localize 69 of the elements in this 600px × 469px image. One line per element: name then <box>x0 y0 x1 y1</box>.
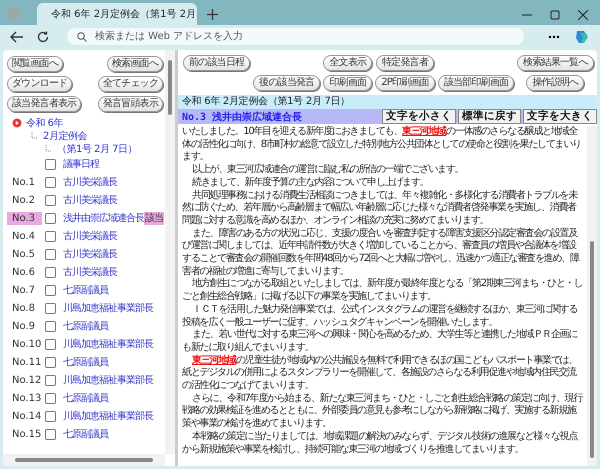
speech-paragraph: 本戦略の策定に当たりましては、地域課題の解決のみならず、デジタル技術の進展など様々な視点から新規施策や事業を検討し、持続可能な東三河の地域づくりを推進してまいります。 <box>182 430 578 456</box>
speech-paragraph: 地方創生につながる取組といたしましては、新年度が最終年度となる「第2期東三河まち・ひと・しごと創生総合戦略」に掲げる以下の事業を実施してまいります。 <box>182 278 583 304</box>
speaker-link[interactable]: 古川美栄議長 <box>63 247 117 261</box>
toolbar-button[interactable]: 操作説明へ <box>526 75 584 91</box>
match-tag: 該当 <box>144 212 164 224</box>
speaker-link[interactable]: 七原副議員 <box>63 355 108 369</box>
tab-title: 令和 6年 2月定例会（第1号 2月 <box>51 8 196 21</box>
speech-paragraph: 以上が、東三河広域連合の運営に臨む私の所信の一端でございます。 <box>191 164 464 176</box>
speaker-link[interactable]: 七原副議員 <box>63 391 108 405</box>
speaker-link[interactable]: 七原副議員 <box>63 283 108 297</box>
speech-number: No.2 <box>11 194 36 206</box>
speech-number: No.14 <box>11 410 42 422</box>
speaker-link[interactable]: 浅井由崇広域連合長 <box>63 211 144 225</box>
toolbar-button[interactable]: 全文表示 <box>323 55 372 71</box>
speech-title: No.3 浅井由崇広域連合長 <box>181 110 304 124</box>
speech-paragraph: 東三河地域の児童生徒が地域内の公共施設を無料で利用できるほの国こどもパスポート事業では、紙とデジタルの併用によるスタンプラリーを開催して、各施設のさらなる利用促進や地域内住民交流の活性化につなげてまいります。 <box>182 354 578 392</box>
pane-button[interactable]: 該当発言者表示 <box>7 96 82 112</box>
speaker-link[interactable]: 古川美栄議長 <box>63 229 117 243</box>
tree-link[interactable]: 令和 6年 <box>26 116 64 130</box>
speech-paragraph: ＩＣＴを活用した魅力発信事業では、公式インスタグラムの運営を継続するほか、東三河に関する投稿を広く一般ユーザーに促す、ハッシュタグキャンペーンを開催いたします。 <box>182 304 578 328</box>
address-field[interactable]: 検索または Web アドレスを入力 <box>67 28 524 45</box>
speech-number: No.13 <box>11 392 42 404</box>
speaker-link[interactable]: 古川美栄議長 <box>63 265 117 279</box>
speech-number: No.9 <box>11 320 36 332</box>
speech-number: No.11 <box>11 356 42 368</box>
speech-paragraph: 続きまして、新年度予算の主な内容について申し上げます。 <box>191 176 430 190</box>
speaker-link[interactable]: 川島加恵福祉事業部長 <box>63 373 153 387</box>
toolbar-button[interactable]: 後の該当発言 <box>253 75 320 91</box>
toolbar-button[interactable]: 特定発言者 <box>376 55 434 71</box>
pane-button[interactable]: 閲覧画面へ <box>7 56 64 72</box>
speech-paragraph: また、若い世代に対する東三河への興味・関心を高めるため、大学生等と連携した地域ＰＲ企画にも新たに取り組んでまいります。 <box>182 329 578 354</box>
toolbar-button[interactable]: 前の該当日程 <box>183 55 250 71</box>
speech-paragraph: また、障害のある方の状況に応じ、支援の度合いを審査判定する障害支援区分認定審査会の設置及び運営に関しましては、近年申請件数が大きく増加していることから、審査員の増員や合議体を増設することで審査会の開催回数を年間48回から72回へと大幅に増やし、迅速かつ適正な審査を進め、障害者の福祉の増進に寄与してまいります。 <box>182 228 580 278</box>
speech-number: No.6 <box>11 266 36 278</box>
speaker-link[interactable]: 古川美栄議長 <box>63 193 117 207</box>
speaker-link[interactable]: 七原副議員 <box>63 319 108 333</box>
pane-button[interactable]: 発言冒頭表示 <box>98 96 163 112</box>
toolbar-button[interactable]: 該当部印刷画面 <box>438 75 514 91</box>
browser-tab[interactable]: 令和 6年 2月定例会（第1号 2月 <box>37 3 197 25</box>
font-size-button[interactable]: 文字を大きく <box>523 109 597 124</box>
toolbar-button[interactable]: 2P印刷画面 <box>375 75 435 91</box>
tree-link[interactable]: （第1号 2月 7日） <box>57 142 137 156</box>
speech-paragraph: いたしました。10年目を迎える新年度におきましても、東三河地域の一体感のさらなる醸成と地域全体の活性化に向け、8市町村の総意で設立した特別地方公共団体としての使命と役割を果たしてまいります。 <box>182 126 582 164</box>
font-size-button[interactable]: 標準に戻す <box>458 109 521 124</box>
speech-number: No.3 <box>7 212 42 224</box>
pane-button[interactable]: 検索画面へ <box>106 56 163 72</box>
speech-number: No.8 <box>11 302 36 314</box>
font-size-button[interactable]: 文字を小さく <box>382 109 456 124</box>
speaker-link[interactable]: 川島加恵福祉事業部長 <box>63 409 153 423</box>
speaker-link[interactable]: 川島加恵福祉事業部長 <box>63 301 153 315</box>
meeting-title: 令和 6年 2月定例会（第1号 2月 7日） <box>178 95 597 109</box>
speaker-link[interactable]: 古川美栄議長 <box>63 175 117 189</box>
speech-number: No.15 <box>11 428 42 440</box>
speech-paragraph: 共同処理事務における消費生活相談につきましては、年々複雑化・多様化する消費者トラブルを未然に防ぐため、若年層から高齢層まで幅広い年齢層に応じた様々な消費者啓発事業を実施し、消費者問題に対する意識を高めるほか、オンライン相談の充実に努めてまいります。 <box>182 190 578 228</box>
speech-paragraph: さらに、令和7年度から始まる、新たな東三河まち・ひと・しごと創生総合戦略の策定に向け、現行戦略の効果検証を進めるとともに、外部委員の意見も参考にしながら新戦略に掲げ、実施する新規施策や事業の検討を進めてまいります。 <box>182 392 583 430</box>
agenda-link[interactable]: 議事日程 <box>63 157 99 171</box>
speech-number: No.12 <box>11 374 42 386</box>
pane-button[interactable]: 全てチェック <box>98 76 163 92</box>
speech-number: No.10 <box>11 338 42 350</box>
speech-number: No.7 <box>11 284 36 296</box>
tree-link[interactable]: 2月定例会 <box>43 128 87 142</box>
speech-number: No.5 <box>11 248 36 260</box>
speech-number: No.4 <box>11 230 36 242</box>
pane-button[interactable]: ダウンロード <box>7 76 72 92</box>
speaker-link[interactable]: 七原副議員 <box>63 427 108 441</box>
speaker-link[interactable]: 川島加恵福祉事業部長 <box>63 337 153 351</box>
speech-number: No.1 <box>11 176 36 188</box>
toolbar-button[interactable]: 検索結果一覧へ <box>517 55 594 71</box>
toolbar-button[interactable]: 印刷画面 <box>323 75 372 91</box>
